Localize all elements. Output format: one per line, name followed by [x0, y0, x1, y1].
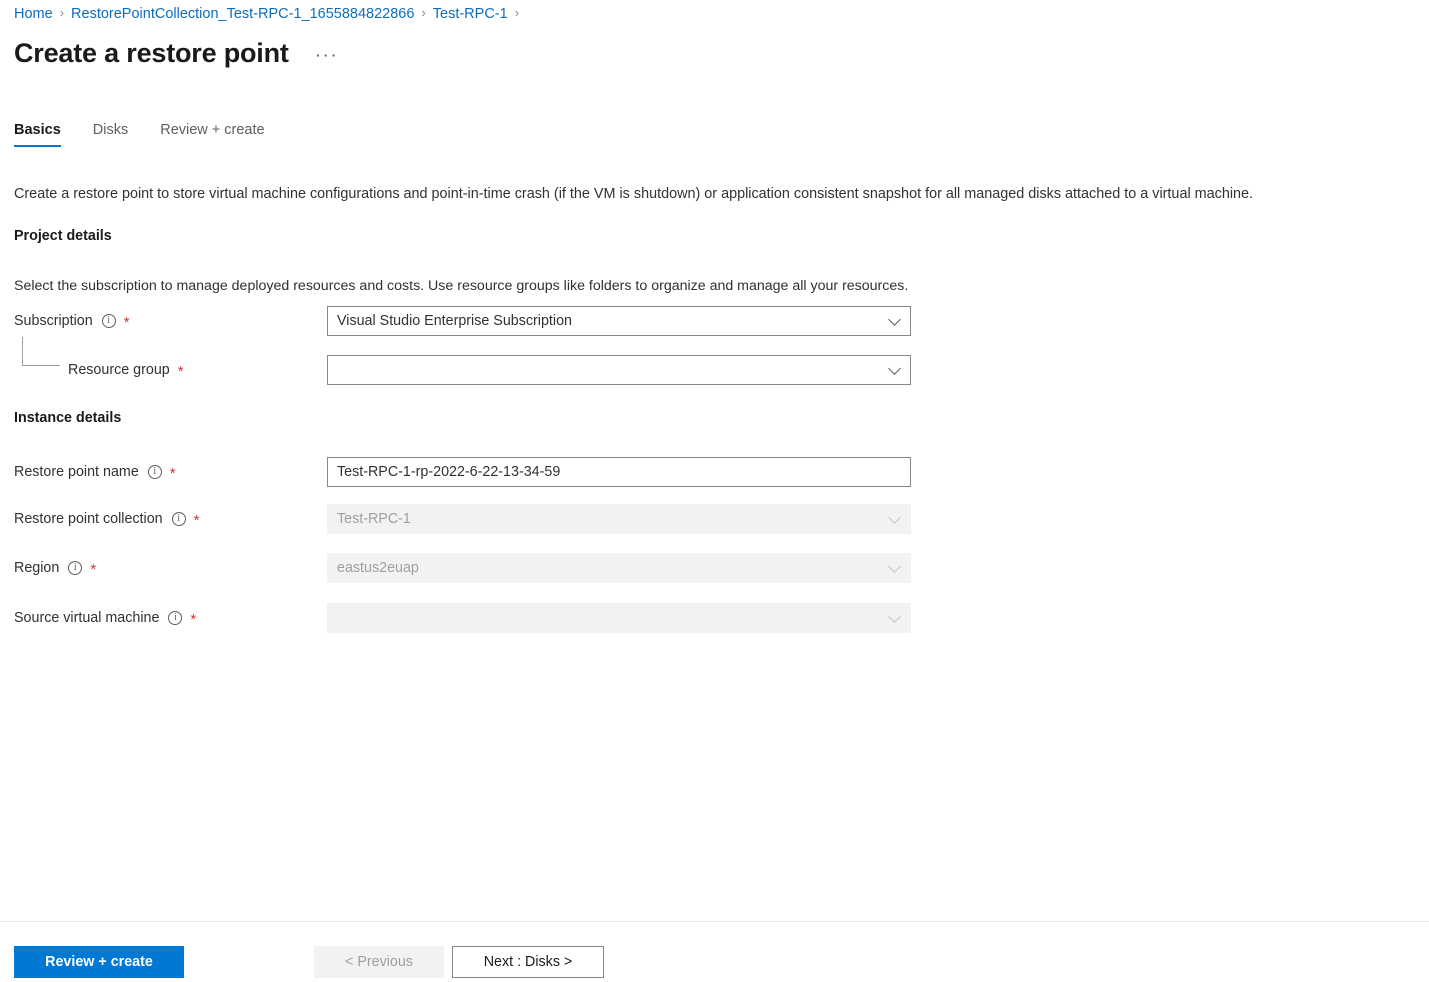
chevron-down-icon [888, 560, 901, 573]
chevron-down-icon [888, 610, 901, 623]
breadcrumb-item-home[interactable]: Home [14, 4, 53, 24]
create-restore-point-page: Home › RestorePointCollection_Test-RPC-1… [0, 0, 1429, 982]
resource-group-dropdown[interactable] [327, 355, 911, 385]
more-options-icon[interactable]: ··· [315, 45, 338, 67]
label-restore-point-name-text: Restore point name [14, 464, 139, 480]
required-asterisk: * [90, 562, 96, 577]
required-asterisk: * [178, 364, 184, 379]
label-region: Region i * [14, 553, 96, 583]
region-value: eastus2euap [337, 560, 419, 576]
breadcrumb-item-restore-point-collection[interactable]: RestorePointCollection_Test-RPC-1_165588… [71, 4, 414, 24]
wizard-footer: Review + create < Previous Next : Disks … [0, 946, 1429, 980]
region-dropdown: eastus2euap [327, 553, 911, 583]
label-region-text: Region [14, 560, 59, 576]
info-icon[interactable]: i [68, 561, 82, 575]
label-restore-point-name: Restore point name i * [14, 457, 176, 487]
subscription-dropdown[interactable]: Visual Studio Enterprise Subscription [327, 306, 911, 336]
breadcrumb: Home › RestorePointCollection_Test-RPC-1… [14, 4, 526, 24]
required-asterisk: * [194, 513, 200, 528]
subscription-value: Visual Studio Enterprise Subscription [337, 313, 572, 329]
label-subscription-text: Subscription [14, 313, 93, 329]
section-heading-project-details: Project details [14, 228, 112, 244]
restore-point-name-value: Test-RPC-1-rp-2022-6-22-13-34-59 [337, 464, 560, 480]
chevron-down-icon [888, 511, 901, 524]
tab-bar: Basics Disks Review + create [14, 122, 297, 147]
info-icon[interactable]: i [102, 314, 116, 328]
next-disks-button[interactable]: Next : Disks > [452, 946, 604, 978]
required-asterisk: * [190, 612, 196, 627]
chevron-down-icon [888, 313, 901, 326]
label-subscription: Subscription i * [14, 306, 130, 336]
restore-point-collection-dropdown: Test-RPC-1 [327, 504, 911, 534]
breadcrumb-item-test-rpc-1[interactable]: Test-RPC-1 [433, 4, 508, 24]
section-description-project-details: Select the subscription to manage deploy… [14, 278, 908, 294]
tab-review-create[interactable]: Review + create [160, 122, 264, 147]
label-resource-group-text: Resource group [68, 362, 170, 378]
breadcrumb-separator-icon: › [515, 3, 519, 23]
tab-disks[interactable]: Disks [93, 122, 128, 147]
previous-button: < Previous [314, 946, 444, 978]
restore-point-name-input[interactable]: Test-RPC-1-rp-2022-6-22-13-34-59 [327, 457, 911, 487]
subscription-resource-group-connector [22, 337, 60, 366]
breadcrumb-separator-icon: › [421, 3, 425, 23]
tab-basics[interactable]: Basics [14, 122, 61, 147]
info-icon[interactable]: i [168, 611, 182, 625]
section-heading-instance-details: Instance details [14, 410, 121, 426]
info-icon[interactable]: i [148, 465, 162, 479]
label-source-virtual-machine: Source virtual machine i * [14, 603, 196, 633]
breadcrumb-separator-icon: › [60, 3, 64, 23]
source-virtual-machine-dropdown [327, 603, 911, 633]
chevron-down-icon [888, 362, 901, 375]
info-icon[interactable]: i [172, 512, 186, 526]
footer-divider [0, 921, 1429, 922]
required-asterisk: * [170, 466, 176, 481]
review-create-button[interactable]: Review + create [14, 946, 184, 978]
label-restore-point-collection: Restore point collection i * [14, 504, 199, 534]
page-title: Create a restore point [14, 38, 289, 69]
label-source-virtual-machine-text: Source virtual machine [14, 610, 159, 626]
wizard-description: Create a restore point to store virtual … [14, 184, 1253, 204]
required-asterisk: * [124, 315, 130, 330]
restore-point-collection-value: Test-RPC-1 [337, 511, 411, 527]
page-title-row: Create a restore point ··· [14, 38, 338, 69]
label-resource-group: Resource group * [68, 355, 184, 385]
label-restore-point-collection-text: Restore point collection [14, 511, 163, 527]
